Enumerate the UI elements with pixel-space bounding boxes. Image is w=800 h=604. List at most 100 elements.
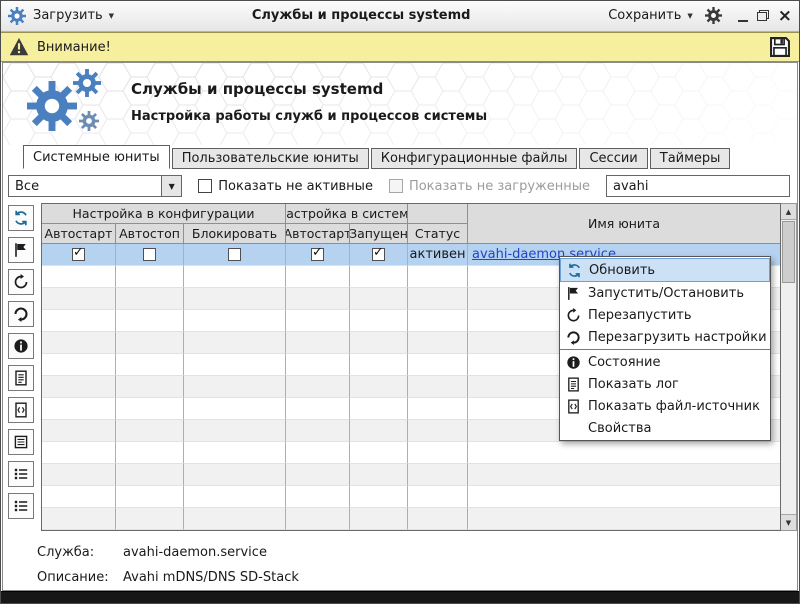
unit-search-input[interactable] xyxy=(606,175,790,197)
table-cell xyxy=(408,354,468,376)
table-cell xyxy=(42,376,116,398)
table-cell xyxy=(350,288,408,310)
reload-settings-icon[interactable] xyxy=(8,301,34,327)
window-title: Службы и процессы systemd xyxy=(120,8,602,23)
show-source-icon xyxy=(565,398,581,414)
settings-gear-icon[interactable] xyxy=(705,7,722,24)
menu-item-restart[interactable]: Перезапустить xyxy=(560,304,770,326)
table-cell xyxy=(286,398,350,420)
app-body: Службы и процессы systemd Настройка рабо… xyxy=(2,62,798,591)
table-row-empty[interactable] xyxy=(42,464,780,486)
dropdown-arrow-button[interactable]: ▼ xyxy=(161,176,181,196)
column-header-autostart-system[interactable]: Автостарт xyxy=(286,224,350,244)
tab-timers[interactable]: Таймеры xyxy=(650,148,731,169)
window-controls: × xyxy=(738,9,792,23)
save-menu-button[interactable]: Сохранить ▼ xyxy=(608,8,693,23)
load-menu-button[interactable]: Загрузить ▼ xyxy=(33,8,114,23)
checkbox-icon[interactable] xyxy=(311,248,324,261)
tab-config-files[interactable]: Конфигурационные файлы xyxy=(371,148,578,169)
checkbox-icon[interactable] xyxy=(228,248,241,261)
save-file-icon[interactable] xyxy=(769,36,791,58)
checkbox-icon[interactable] xyxy=(389,179,403,193)
column-header-block[interactable]: Блокировать xyxy=(184,224,286,244)
column-header-status[interactable]: Статус xyxy=(408,224,468,244)
warning-triangle-icon xyxy=(9,37,29,57)
show-inactive-checkbox[interactable]: Показать не активные xyxy=(198,179,373,194)
table-row-empty[interactable] xyxy=(42,486,780,508)
table-cell xyxy=(468,486,780,508)
table-cell xyxy=(116,266,184,288)
show-log-icon[interactable] xyxy=(8,365,34,391)
checkbox-icon[interactable] xyxy=(143,248,156,261)
start-stop-icon[interactable] xyxy=(8,237,34,263)
table-cell xyxy=(42,354,116,376)
table-cell xyxy=(116,442,184,464)
cell-running xyxy=(350,244,408,266)
description-label: Описание: xyxy=(37,570,123,585)
scroll-up-icon[interactable]: ▲ xyxy=(781,204,796,220)
unit-list-icon[interactable] xyxy=(8,493,34,519)
menu-item-show-log[interactable]: Показать лог xyxy=(560,373,770,395)
table-row-empty[interactable] xyxy=(42,442,780,464)
menu-item-label: Перезагрузить настройки xyxy=(588,330,767,345)
table-cell xyxy=(184,398,286,420)
restart-icon xyxy=(565,307,581,323)
column-header-running[interactable]: Запущен xyxy=(350,224,408,244)
refresh-icon xyxy=(566,262,582,278)
vertical-scrollbar[interactable]: ▲ ▼ xyxy=(781,203,797,531)
tab-system-units[interactable]: Системные юниты xyxy=(23,145,170,169)
column-header-autostop-config[interactable]: Автостоп xyxy=(116,224,184,244)
gear-icon xyxy=(73,69,101,97)
journal-icon[interactable] xyxy=(8,461,34,487)
chevron-down-icon: ▼ xyxy=(687,12,692,20)
tab-user-units[interactable]: Пользовательские юниты xyxy=(172,148,369,169)
table-cell xyxy=(42,442,116,464)
table-header: Настройка в конфигурации Настройка в сис… xyxy=(42,204,780,244)
menu-item-status[interactable]: Состояние xyxy=(560,351,770,373)
scroll-down-icon[interactable]: ▼ xyxy=(781,514,796,530)
restart-icon[interactable] xyxy=(8,269,34,295)
status-info-icon[interactable] xyxy=(8,333,34,359)
checkbox-icon[interactable] xyxy=(198,179,212,193)
maximize-icon[interactable] xyxy=(757,10,769,21)
unit-filter-dropdown[interactable]: Все ▼ xyxy=(8,175,182,197)
table-cell xyxy=(408,332,468,354)
menu-item-properties[interactable]: Свойства xyxy=(560,417,770,439)
warning-bar: Внимание! xyxy=(0,32,800,62)
app-logo-gears xyxy=(27,69,123,141)
service-label: Служба: xyxy=(37,545,123,560)
checkbox-icon[interactable] xyxy=(372,248,385,261)
menu-item-show-source[interactable]: Показать файл-источник xyxy=(560,395,770,417)
column-header-unit-name[interactable]: Имя юнита xyxy=(468,204,780,244)
table-cell xyxy=(286,486,350,508)
close-icon[interactable]: × xyxy=(778,9,792,23)
table-cell xyxy=(42,310,116,332)
show-unloaded-checkbox[interactable]: Показать не загруженные xyxy=(389,179,590,194)
table-cell xyxy=(286,464,350,486)
table-cell xyxy=(116,508,184,530)
table-cell xyxy=(42,332,116,354)
table-cell xyxy=(116,310,184,332)
table-cell xyxy=(408,266,468,288)
menu-item-label: Обновить xyxy=(589,263,655,278)
refresh-icon[interactable] xyxy=(8,205,34,231)
properties-icon[interactable] xyxy=(8,429,34,455)
table-row-empty[interactable] xyxy=(42,508,780,530)
tab-sessions[interactable]: Сессии xyxy=(579,148,647,169)
scrollbar-thumb[interactable] xyxy=(782,221,795,283)
table-cell xyxy=(350,354,408,376)
table-cell xyxy=(116,420,184,442)
menu-item-reload-settings[interactable]: Перезагрузить настройки xyxy=(560,326,770,348)
tab-bar: Системные юниты Пользовательские юниты К… xyxy=(3,145,797,169)
table-cell xyxy=(350,376,408,398)
menu-item-start-stop[interactable]: Запустить/Остановить xyxy=(560,282,770,304)
minimize-icon[interactable] xyxy=(738,20,748,22)
show-source-icon[interactable] xyxy=(8,397,34,423)
table-cell xyxy=(350,398,408,420)
checkbox-icon[interactable] xyxy=(72,248,85,261)
table-cell xyxy=(350,508,408,530)
column-header-autostart-config[interactable]: Автостарт xyxy=(42,224,116,244)
table-cell xyxy=(350,266,408,288)
table-cell xyxy=(116,486,184,508)
menu-item-refresh[interactable]: Обновить xyxy=(560,258,770,282)
